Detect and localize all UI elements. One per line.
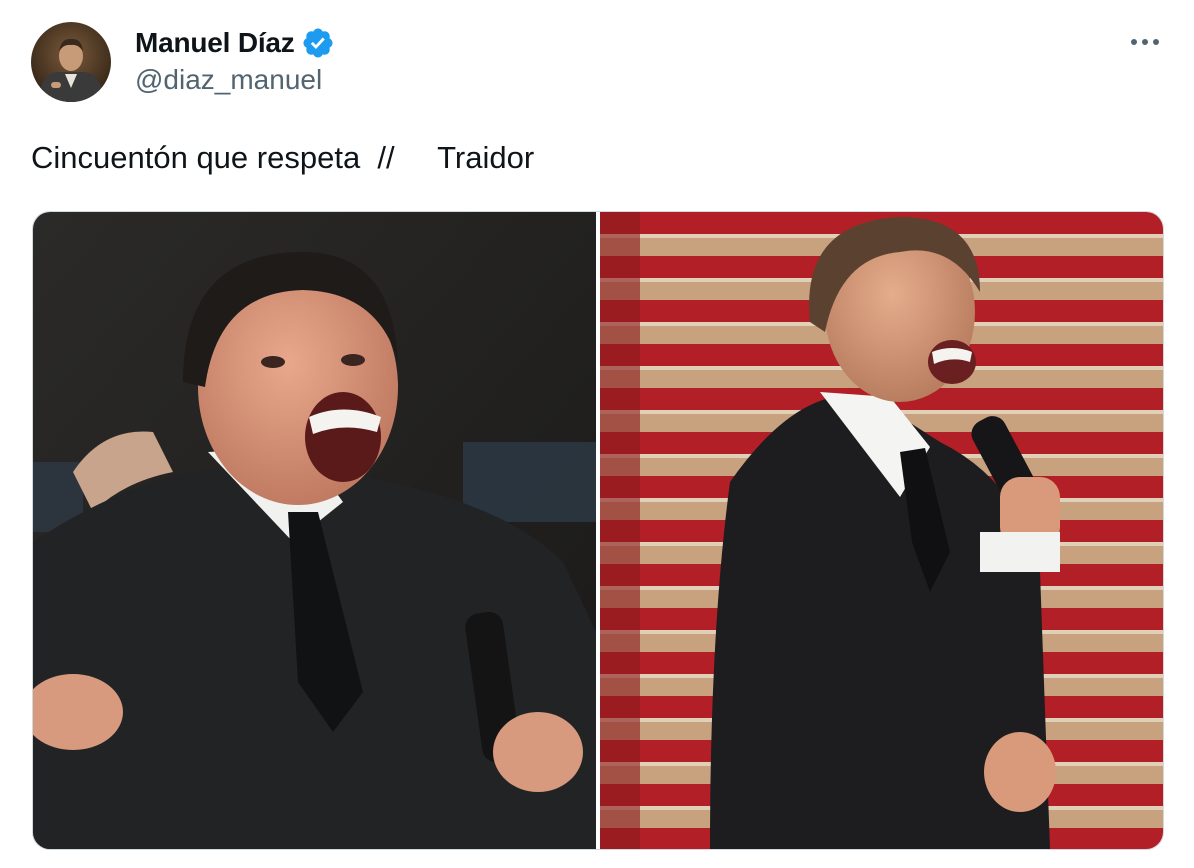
photo-left[interactable]: [33, 212, 596, 849]
more-options-icon[interactable]: [1126, 30, 1166, 54]
author-name-row: Manuel Díaz: [135, 24, 335, 62]
verified-badge-icon: [301, 26, 335, 60]
avatar[interactable]: [31, 22, 111, 102]
author-handle[interactable]: @diaz_manuel: [135, 64, 322, 96]
tweet-text: Cincuentón que respeta // Traidor: [31, 140, 535, 175]
tweet-card: Manuel Díaz @diaz_manuel Cincuentón que …: [0, 0, 1194, 868]
media-grid: [32, 211, 1164, 850]
photo-right[interactable]: [600, 212, 1163, 849]
author-display-name[interactable]: Manuel Díaz: [135, 27, 295, 59]
